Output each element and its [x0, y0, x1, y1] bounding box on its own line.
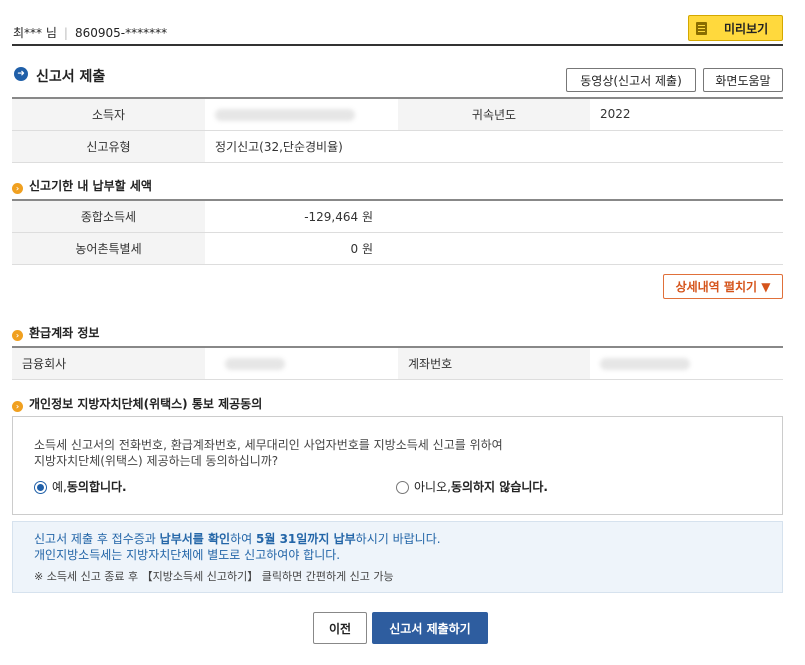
chevron-right-icon: ›: [12, 183, 23, 194]
consent-question-line1: 소득세 신고서의 전화번호, 환급계좌번호, 세무대리인 사업자번호를 지방소득…: [34, 438, 503, 452]
masked-bank: [225, 357, 285, 370]
table-row: 신고유형 정기신고(32,단순경비율): [12, 130, 783, 163]
table-row: 종합소득세 -129,464 원: [12, 200, 783, 233]
table-row: 소득자 귀속년도 2022: [12, 98, 783, 131]
notice-text: 하시기 바랍니다.: [355, 532, 441, 546]
radio-unchecked-icon[interactable]: [396, 480, 409, 494]
bank-value: [205, 347, 398, 380]
notice-text: 하여: [230, 532, 256, 546]
preview-button[interactable]: 미리보기: [688, 15, 783, 41]
consent-section-title: › 개인정보 지방자치단체(위택스) 통보 제공동의: [12, 395, 262, 412]
user-info: 최*** 님 | 860905-*******: [13, 24, 167, 41]
disagree-prefix: 아니오,: [414, 480, 451, 494]
tax-section-title-text: 신고기한 내 납부할 세액: [29, 179, 152, 193]
agree-label: 동의합니다.: [66, 480, 127, 494]
account-value: [590, 347, 783, 380]
page-title: 신고서 제출: [36, 69, 106, 85]
radio-checked-icon[interactable]: [34, 480, 47, 494]
refund-table: 금융회사 계좌번호: [12, 346, 783, 380]
notice-text: 신고서 제출 후 접수증과: [34, 532, 160, 546]
consent-section-title-text: 개인정보 지방자치단체(위택스) 통보 제공동의: [29, 397, 263, 411]
preview-label: 미리보기: [724, 21, 769, 36]
report-type-label: 신고유형: [12, 130, 205, 163]
user-id: 860905-*******: [74, 26, 168, 40]
disagree-radio-option[interactable]: 아니오, 동의하지 않습니다.: [396, 479, 548, 495]
notice-emphasis: 납부서를 확인: [159, 532, 231, 546]
notice-line1: 신고서 제출 후 접수증과 납부서를 확인하여 5월 31일까지 납부하시기 바…: [34, 531, 761, 547]
tax-table: 종합소득세 -129,464 원 농어촌특별세 0 원: [12, 199, 783, 265]
expand-details-button[interactable]: 상세내역 펼치기 ▼: [663, 274, 783, 299]
table-row: 금융회사 계좌번호: [12, 347, 783, 380]
user-name: 최*** 님: [13, 26, 57, 40]
arrow-right-circle-icon: ➜: [14, 67, 28, 81]
refund-section-title: › 환급계좌 정보: [12, 324, 99, 341]
consent-box: 소득세 신고서의 전화번호, 환급계좌번호, 세무대리인 사업자번호를 지방소득…: [12, 416, 783, 515]
help-button[interactable]: 화면도움말: [703, 68, 783, 92]
previous-button[interactable]: 이전: [313, 612, 367, 644]
empty-cell: [398, 200, 783, 233]
report-type-value: 정기신고(32,단순경비율): [205, 130, 783, 163]
income-tax-label: 종합소득세: [12, 200, 205, 233]
notice-line3: ※ 소득세 신고 종료 후 【지방소득세 신고하기】 클릭하면 간편하게 신고 …: [34, 570, 394, 583]
empty-cell: [398, 232, 783, 265]
year-value: 2022: [590, 98, 783, 131]
refund-section-title-text: 환급계좌 정보: [29, 326, 100, 340]
agree-radio-option[interactable]: 예, 동의합니다.: [34, 479, 127, 495]
page-header: ➜ 신고서 제출 동영상(신고서 제출) 화면도움말: [12, 64, 783, 92]
rural-tax-label: 농어촌특별세: [12, 232, 205, 265]
tax-section-title: › 신고기한 내 납부할 세액: [12, 177, 152, 194]
basic-info-table: 소득자 귀속년도 2022 신고유형 정기신고(32,단순경비율): [12, 97, 783, 163]
income-tax-value: -129,464 원: [205, 200, 398, 233]
consent-question-line2: 지방자치단체(위택스) 제공하는데 동의하십니까?: [34, 454, 279, 468]
chevron-right-icon: ›: [12, 401, 23, 412]
table-row: 농어촌특별세 0 원: [12, 232, 783, 265]
notice-emphasis: 5월 31일까지 납부: [256, 532, 356, 546]
bank-label: 금융회사: [12, 347, 205, 380]
divider: |: [63, 26, 68, 40]
video-guide-button[interactable]: 동영상(신고서 제출): [566, 68, 696, 92]
rural-tax-value: 0 원: [205, 232, 398, 265]
notice-box: 신고서 제출 후 접수증과 납부서를 확인하여 5월 31일까지 납부하시기 바…: [12, 521, 783, 593]
disagree-label: 동의하지 않습니다.: [450, 480, 548, 494]
income-earner-value: [205, 98, 398, 131]
top-bar: 최*** 님 | 860905-******* 미리보기: [12, 14, 783, 46]
document-icon: [696, 21, 707, 35]
income-earner-label: 소득자: [12, 98, 205, 131]
agree-prefix: 예,: [52, 480, 67, 494]
masked-account: [600, 357, 690, 370]
chevron-right-icon: ›: [12, 330, 23, 341]
year-label: 귀속년도: [398, 98, 590, 131]
masked-name: [215, 108, 355, 121]
notice-line2: 개인지방소득세는 지방자치단체에 별도로 신고하여야 합니다.: [34, 548, 341, 562]
account-label: 계좌번호: [398, 347, 590, 380]
submit-report-button[interactable]: 신고서 제출하기: [372, 612, 488, 644]
